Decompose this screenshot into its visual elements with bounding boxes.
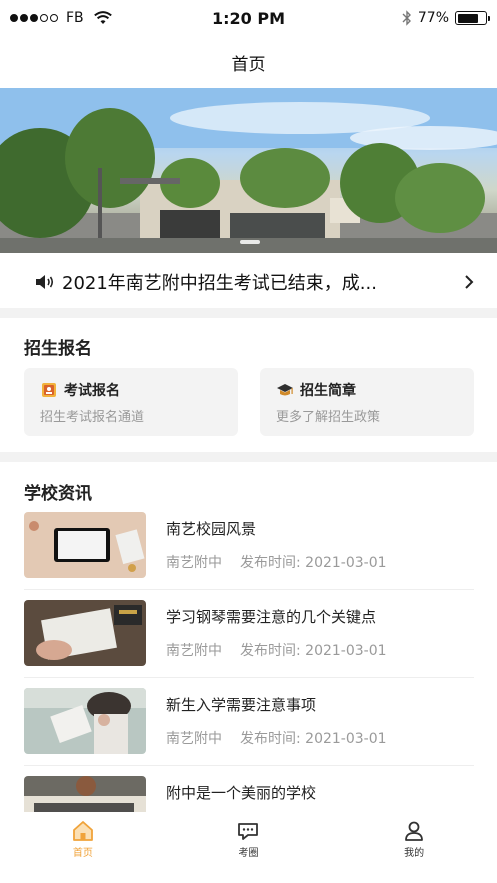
list-divider — [24, 589, 474, 590]
speaker-icon — [36, 275, 54, 289]
chat-bubble-icon — [238, 823, 259, 840]
exam-registration-title: 考试报名 — [64, 383, 120, 399]
admission-guide-card[interactable]: 招生简章 更多了解招生政策 — [260, 368, 474, 436]
tab-bar: 首页 考圈 我的 — [0, 812, 497, 883]
battery-icon — [455, 11, 490, 25]
news-date: 发布时间: 2021-03-01 — [240, 731, 387, 747]
page-title: 首页 — [231, 55, 266, 75]
tab-profile-label: 我的 — [404, 848, 425, 859]
carousel-indicator[interactable] — [240, 240, 260, 244]
notice-bar[interactable]: 2021年南艺附中招生考试已结束，成... — [0, 260, 497, 304]
graduation-cap-icon — [277, 384, 293, 396]
news-item[interactable]: 学习钢琴需要注意的几个关键点 南艺附中 发布时间: 2021-03-01 — [24, 600, 474, 688]
enrollment-section-title: 招生报名 — [24, 339, 92, 359]
battery-percent: 77% — [417, 10, 449, 26]
news-title: 学习钢琴需要注意的几个关键点 — [166, 608, 377, 626]
news-thumbnail — [24, 512, 146, 578]
carrier-name: FB — [66, 10, 84, 26]
battery-level — [457, 13, 479, 23]
signal-strength-icon — [10, 14, 58, 22]
admission-guide-title: 招生简章 — [300, 383, 356, 399]
news-item[interactable]: 新生入学需要注意事项 南艺附中 发布时间: 2021-03-01 — [24, 688, 474, 776]
news-title: 新生入学需要注意事项 — [166, 696, 317, 714]
tab-circle[interactable]: 考圈 — [208, 820, 288, 859]
news-date: 发布时间: 2021-03-01 — [240, 555, 387, 571]
banner-carousel[interactable] — [0, 88, 497, 253]
news-meta: 南艺附中 发布时间: 2021-03-01 — [166, 552, 387, 572]
home-icon — [72, 821, 93, 841]
tab-home[interactable]: 首页 — [43, 820, 123, 859]
list-divider — [24, 677, 474, 678]
notice-text[interactable]: 2021年南艺附中招生考试已结束，成... — [62, 269, 461, 295]
exam-registration-card[interactable]: 考试报名 招生考试报名通道 — [24, 368, 238, 436]
status-right: 77% — [327, 10, 490, 26]
section-divider — [0, 308, 497, 318]
status-bar: FB 1:20 PM 77% — [0, 0, 497, 36]
news-meta: 南艺附中 发布时间: 2021-03-01 — [166, 728, 387, 748]
news-date: 发布时间: 2021-03-01 — [240, 643, 387, 659]
news-title: 附中是一个美丽的学校 — [166, 784, 317, 802]
news-title: 南艺校园风景 — [166, 520, 257, 538]
tab-home-label: 首页 — [72, 848, 93, 859]
news-meta: 南艺附中 发布时间: 2021-03-01 — [166, 640, 387, 660]
tab-profile[interactable]: 我的 — [374, 820, 454, 859]
list-divider — [24, 765, 474, 766]
news-item[interactable]: 南艺校园风景 南艺附中 发布时间: 2021-03-01 — [24, 512, 474, 600]
exam-registration-subtitle: 招生考试报名通道 — [40, 410, 145, 425]
status-time: 1:20 PM — [211, 8, 285, 28]
news-source: 南艺附中 — [166, 731, 222, 747]
section-divider — [0, 452, 497, 462]
news-thumbnail — [24, 688, 146, 754]
bluetooth-icon — [402, 10, 411, 26]
news-thumbnail — [24, 600, 146, 666]
status-left: FB — [10, 10, 170, 26]
campus-building-image — [0, 88, 497, 253]
tab-circle-label: 考圈 — [238, 848, 259, 859]
news-source: 南艺附中 — [166, 643, 222, 659]
chevron-right-icon[interactable] — [461, 274, 477, 290]
user-icon — [405, 821, 424, 841]
news-section-title: 学校资讯 — [24, 484, 92, 504]
news-source: 南艺附中 — [166, 555, 222, 571]
admission-guide-subtitle: 更多了解招生政策 — [276, 410, 381, 425]
wifi-icon — [93, 11, 112, 24]
exam-registration-icon — [42, 383, 56, 397]
